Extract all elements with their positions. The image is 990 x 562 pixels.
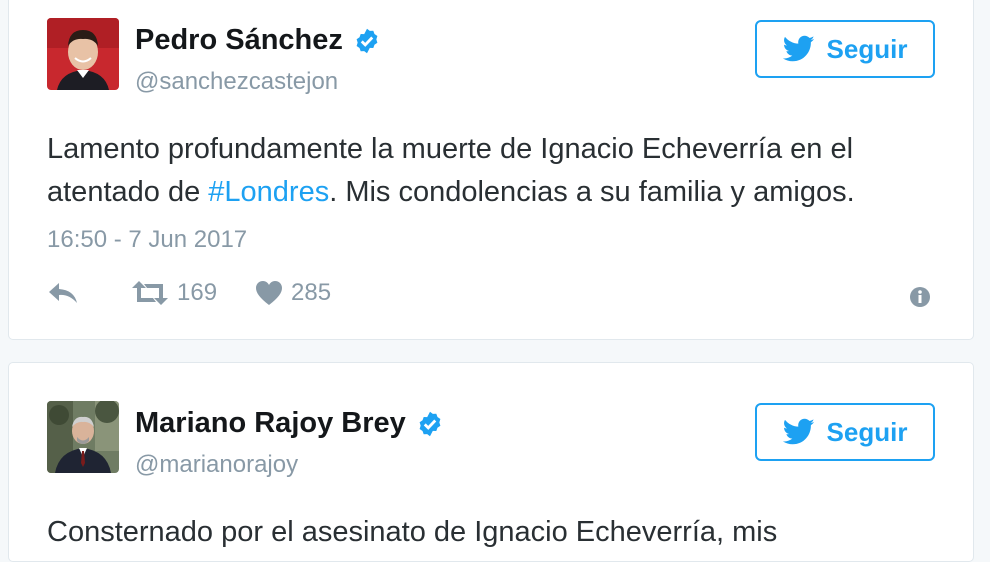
user-name-text[interactable]: Pedro Sánchez bbox=[135, 24, 343, 57]
avatar[interactable] bbox=[47, 401, 119, 473]
follow-label[interactable]: Seguir bbox=[827, 417, 908, 448]
follow-button[interactable]: Seguir bbox=[755, 403, 935, 461]
user-name[interactable]: Pedro Sánchez bbox=[135, 24, 381, 57]
tweet-text: Consternado por el asesinato de Ignacio … bbox=[47, 516, 778, 548]
tweet-text: Lamento profundamente la muerte de Ignac… bbox=[47, 128, 947, 214]
user-handle[interactable]: @marianorajoy bbox=[135, 451, 298, 479]
avatar[interactable] bbox=[47, 18, 119, 90]
reply-button[interactable] bbox=[47, 281, 79, 305]
verified-icon bbox=[356, 28, 378, 53]
heart-icon bbox=[256, 281, 283, 305]
tweet-card: Mariano Rajoy Brey @marianorajoy Seguir … bbox=[8, 362, 974, 562]
tweet-card: Pedro Sánchez @sanchezcastejon Seguir La… bbox=[8, 0, 974, 340]
tweet-actions: 169 285 bbox=[47, 276, 369, 310]
user-name[interactable]: Mariano Rajoy Brey bbox=[135, 407, 444, 440]
tweet-timestamp[interactable]: 16:50 - 7 Jun 2017 bbox=[47, 226, 247, 254]
verified-icon bbox=[419, 411, 441, 436]
avatar-image bbox=[47, 18, 119, 90]
reply-icon bbox=[49, 283, 77, 303]
follow-label[interactable]: Seguir bbox=[827, 34, 908, 65]
tweet-text-part: . Mis condolencias a su familia y amigos… bbox=[329, 176, 855, 208]
twitter-bird-icon bbox=[782, 35, 814, 62]
user-name-text[interactable]: Mariano Rajoy Brey bbox=[135, 407, 406, 440]
retweet-button[interactable]: 169 bbox=[131, 279, 217, 307]
user-handle[interactable]: @sanchezcastejon bbox=[135, 68, 338, 96]
like-button[interactable]: 285 bbox=[255, 279, 331, 307]
info-icon[interactable] bbox=[909, 286, 931, 308]
twitter-bird-icon bbox=[782, 418, 814, 445]
retweet-icon bbox=[132, 281, 168, 305]
retweet-count: 169 bbox=[177, 279, 218, 306]
follow-button[interactable]: Seguir bbox=[755, 20, 935, 78]
avatar-image bbox=[47, 401, 119, 473]
like-count: 285 bbox=[291, 279, 332, 306]
hashtag-link[interactable]: #Londres bbox=[208, 176, 329, 208]
